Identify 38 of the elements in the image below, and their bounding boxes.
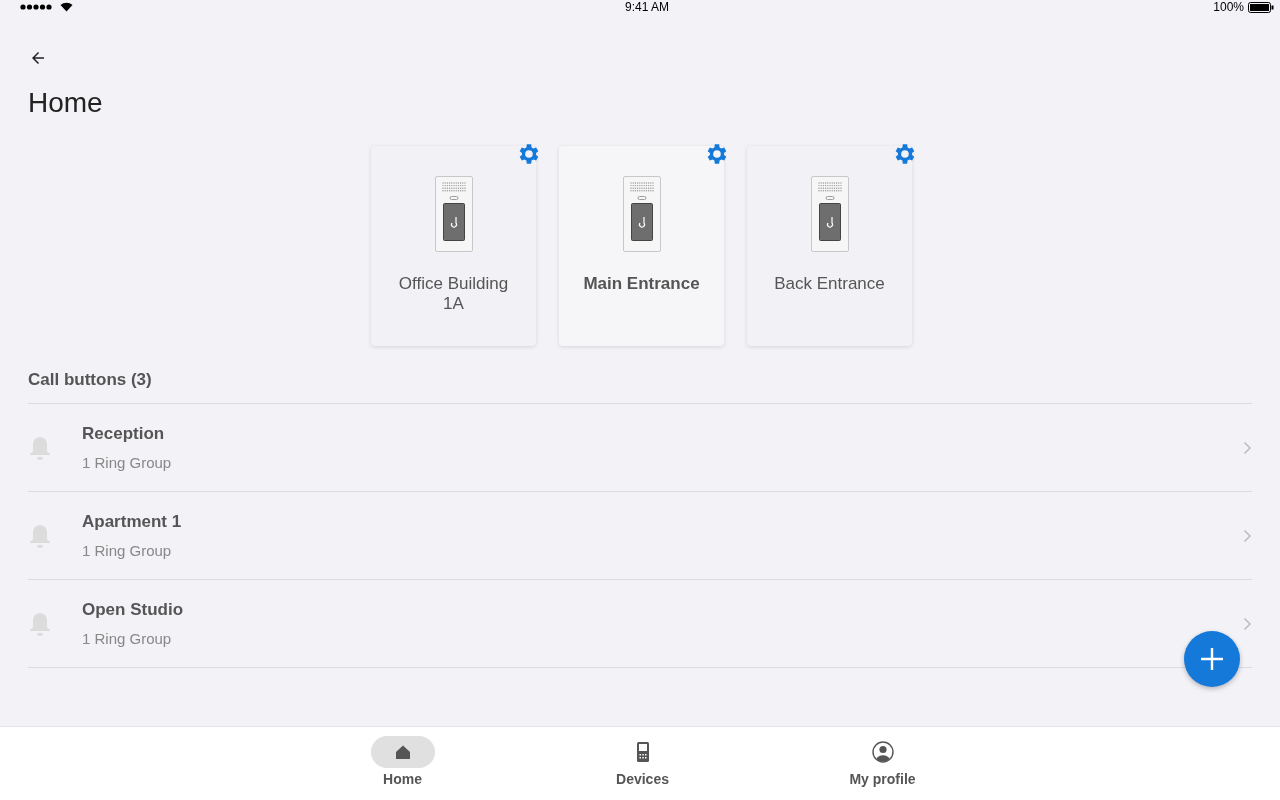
chevron-icon	[1243, 528, 1252, 543]
person-icon	[871, 741, 894, 763]
device-card[interactable]: Back Entrance	[747, 146, 912, 346]
battery-icon	[1248, 1, 1274, 13]
battery-percent: 100%	[1213, 0, 1244, 14]
chevron-icon	[1243, 440, 1252, 455]
call-button-name: Apartment 1	[82, 512, 183, 532]
bell-icon	[28, 522, 52, 549]
device-name: Back Entrance	[773, 274, 886, 294]
add-button[interactable]	[1184, 631, 1240, 687]
nav-tab[interactable]: My profile	[832, 727, 933, 800]
phone-icon	[636, 742, 649, 762]
device-card[interactable]: Office Building 1A	[371, 146, 536, 346]
door-station-icon	[810, 176, 849, 252]
call-button-name: Open Studio	[82, 600, 185, 620]
call-button-name: Reception	[82, 424, 166, 444]
status-time: 9:41 AM	[625, 0, 669, 14]
chevron-icon	[1243, 616, 1252, 631]
page-title: Home	[28, 86, 104, 120]
call-button-row[interactable]: Reception 1 Ring Group	[28, 404, 1252, 492]
signal-icon	[20, 4, 54, 10]
bell-icon	[28, 610, 52, 637]
section-title: Call buttons (3)	[28, 370, 153, 391]
device-name: Office Building 1A	[397, 274, 510, 314]
plus-icon	[1199, 646, 1225, 672]
door-station-icon	[622, 176, 661, 252]
call-button-row[interactable]: Apartment 1 1 Ring Group	[28, 492, 1252, 580]
device-name: Main Entrance	[582, 274, 701, 294]
call-button-subtitle: 1 Ring Group	[82, 630, 173, 647]
door-station-icon	[434, 176, 473, 252]
call-button-subtitle: 1 Ring Group	[82, 454, 173, 471]
bell-icon	[28, 434, 52, 461]
call-button-subtitle: 1 Ring Group	[82, 542, 173, 559]
nav-tab[interactable]: Home	[352, 727, 453, 800]
nav-tab[interactable]: Devices	[592, 727, 693, 800]
house-icon	[394, 744, 411, 760]
device-card[interactable]: Main Entrance	[559, 146, 724, 346]
wifi-icon	[60, 2, 73, 12]
